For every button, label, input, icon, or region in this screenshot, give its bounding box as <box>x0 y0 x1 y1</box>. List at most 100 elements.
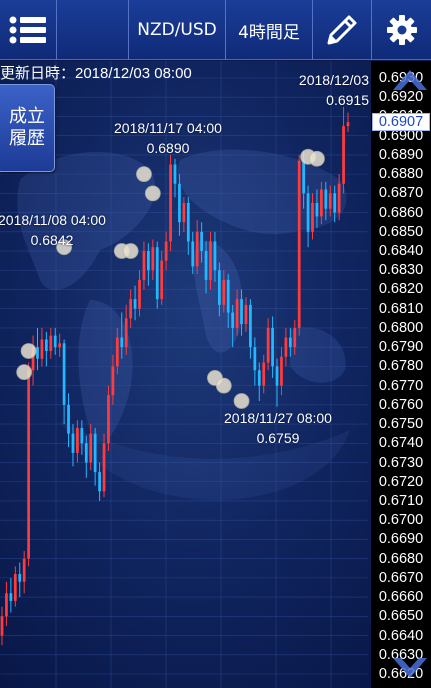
candle-body <box>53 335 57 348</box>
candle-body <box>204 251 208 280</box>
candle-body <box>217 270 221 305</box>
menu-button[interactable] <box>0 0 57 60</box>
candle-body <box>155 247 159 300</box>
candle-body <box>306 193 310 232</box>
candle <box>244 297 248 332</box>
list-menu-icon <box>9 16 46 44</box>
candle-body <box>324 189 328 209</box>
candle-body <box>191 241 195 267</box>
price-tick-label: 0.6870 <box>378 185 424 202</box>
candle <box>22 550 26 594</box>
empty-toolbar-slot <box>57 0 129 60</box>
trade-history-button[interactable]: 成立履歴 <box>0 84 55 172</box>
annotation-date: 2018/11/17 04:00 <box>114 120 222 136</box>
candle-body <box>71 433 75 453</box>
candle-body <box>115 337 119 367</box>
price-tick-label: 0.6830 <box>378 262 424 279</box>
scroll-up-icon[interactable] <box>389 60 431 100</box>
low-annotation-1127: 2018/11/27 08:00 0.6759 <box>218 408 338 448</box>
candle-body <box>76 427 79 453</box>
price-tick-label: 0.6670 <box>378 569 424 586</box>
candle-body <box>49 335 53 352</box>
candle <box>31 335 35 386</box>
price-tick-label: 0.6860 <box>378 204 424 221</box>
candle-body <box>182 202 186 223</box>
candle-body <box>173 164 177 184</box>
annotation-date: 2018/11/08 04:00 <box>0 212 106 228</box>
candle-body <box>18 574 22 582</box>
timeframe-selector[interactable]: 4時間足 <box>226 0 313 60</box>
candle <box>253 337 257 386</box>
price-tick-label: 0.6800 <box>378 319 424 336</box>
candle <box>18 562 22 598</box>
symbol-label: NZD/USD <box>137 20 217 40</box>
high-annotation-1108: 2018/11/08 04:00 0.6842 <box>0 210 112 250</box>
candle-body <box>5 593 8 617</box>
draw-button[interactable] <box>313 0 372 60</box>
symbol-selector[interactable]: NZD/USD <box>129 0 226 60</box>
price-tick-label: 0.6700 <box>378 512 424 529</box>
candle <box>0 606 4 646</box>
candle-body <box>333 193 337 213</box>
candle-body <box>226 279 230 313</box>
candle-body <box>257 370 261 386</box>
candle <box>27 362 30 567</box>
candle-body <box>240 299 243 325</box>
trade-marker[interactable] <box>16 364 33 381</box>
candle <box>297 154 301 336</box>
trade-marker[interactable] <box>20 343 37 359</box>
candle-body <box>311 202 314 232</box>
candle <box>142 241 146 290</box>
candle-body <box>120 337 124 348</box>
candle-body <box>40 339 44 359</box>
candle-body <box>209 241 212 280</box>
candle <box>93 427 97 486</box>
candle-body <box>266 327 270 363</box>
candle-body <box>213 241 217 271</box>
trade-marker[interactable] <box>215 377 232 394</box>
price-tick-label: 0.6850 <box>378 223 424 240</box>
trade-marker[interactable] <box>136 166 152 183</box>
annotation-date: 2018/12/03 <box>298 72 369 88</box>
candle <box>67 393 70 448</box>
trade-marker[interactable] <box>144 185 161 202</box>
last-updated-text: 更新日時：2018/12/03 08:00 <box>0 65 192 82</box>
trade-marker[interactable] <box>233 393 250 409</box>
price-tick-label: 0.6660 <box>378 589 424 606</box>
candle <box>173 158 177 198</box>
candle <box>271 316 274 378</box>
candle-body <box>244 304 248 325</box>
candle-body <box>302 160 306 194</box>
candle <box>155 241 159 309</box>
candle <box>5 581 8 626</box>
candle-body <box>36 347 39 359</box>
trade-marker[interactable] <box>309 150 325 167</box>
candle-body <box>27 370 30 559</box>
price-tick-label: 0.6760 <box>378 396 424 413</box>
candle <box>62 339 66 425</box>
candle-body <box>275 366 279 386</box>
candle-body <box>178 183 181 223</box>
candle-body <box>89 433 93 463</box>
candle <box>280 347 283 396</box>
candle-body <box>186 202 190 242</box>
candle-body <box>253 347 257 371</box>
candle <box>346 112 350 132</box>
trade-marker[interactable] <box>122 243 139 259</box>
scroll-down-icon[interactable] <box>389 648 431 688</box>
candle-body <box>320 189 323 217</box>
price-tick-label: 0.6710 <box>378 492 424 509</box>
timeframe-label: 4時間足 <box>238 22 300 43</box>
candle <box>44 331 48 367</box>
settings-button[interactable] <box>372 0 431 60</box>
price-axis: 0.69300.69200.69100.69000.68900.68800.68… <box>371 61 431 688</box>
annotation-price: 0.6759 <box>256 430 300 446</box>
candle-body <box>93 433 97 473</box>
candle <box>36 327 39 371</box>
candle <box>160 251 164 305</box>
candle-body <box>62 343 66 405</box>
candle <box>76 420 79 463</box>
candle-body <box>44 339 48 352</box>
candle-body <box>98 472 101 492</box>
candle-body <box>288 337 292 348</box>
